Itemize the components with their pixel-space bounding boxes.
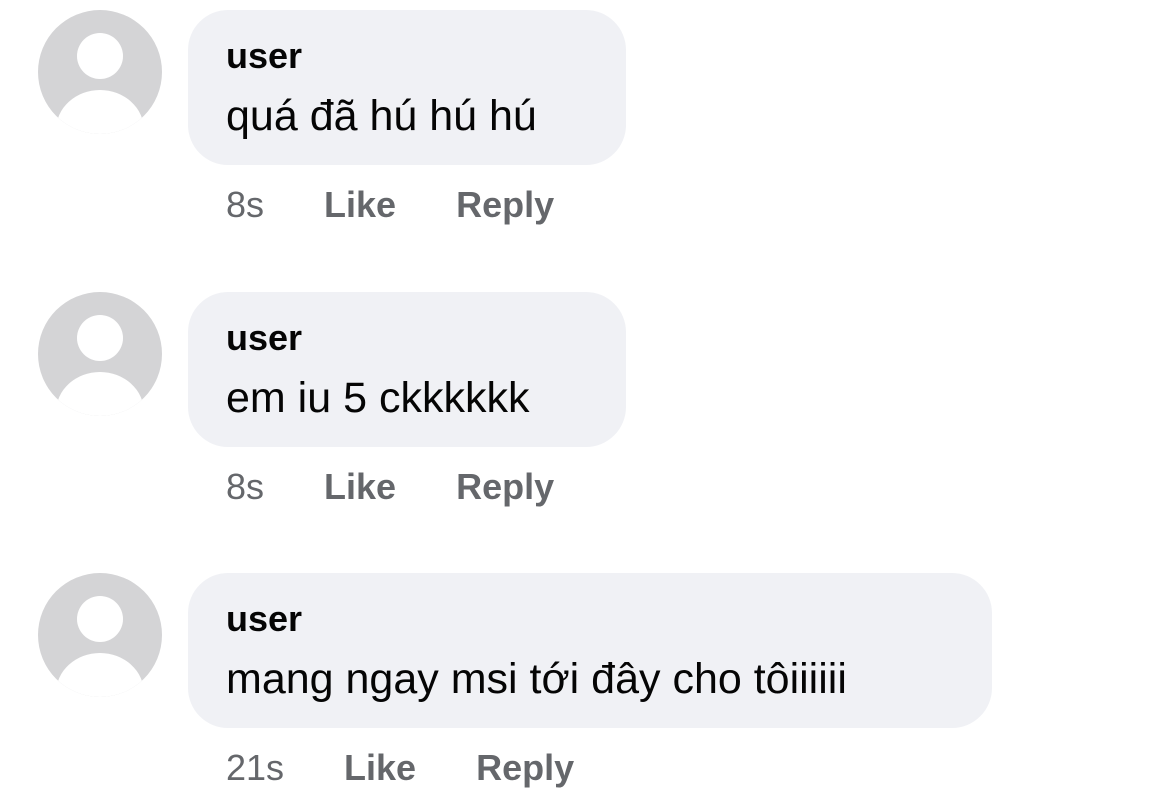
avatar[interactable] [38,10,162,134]
like-button[interactable]: Like [324,466,396,508]
comment-bubble: user em iu 5 ckkkkkk [188,292,626,447]
comment-timestamp[interactable]: 8s [226,184,264,226]
reply-button[interactable]: Reply [456,466,554,508]
comment-timestamp[interactable]: 8s [226,466,264,508]
default-user-avatar-icon [56,315,144,416]
comment-item: user em iu 5 ckkkkkk 8s Like Reply [0,282,1170,542]
comment-actions: 21s Like Reply [226,743,574,793]
comment-bubble: user mang ngay msi tới đây cho tôiiiiii [188,573,992,728]
comment-item: user quá đã hú hú hú 8s Like Reply [0,0,1170,260]
comment-bubble: user quá đã hú hú hú [188,10,626,165]
comment-actions: 8s Like Reply [226,462,554,512]
reply-button[interactable]: Reply [456,184,554,226]
comment-author[interactable]: user [226,597,954,641]
avatar[interactable] [38,292,162,416]
comment-text: mang ngay msi tới đây cho tôiiiiii [226,655,847,703]
comment-text: em iu 5 ckkkkkk [226,374,530,422]
like-button[interactable]: Like [324,184,396,226]
default-user-avatar-icon [56,596,144,697]
like-button[interactable]: Like [344,747,416,789]
comment-list: user quá đã hú hú hú 8s Like Reply user … [0,0,1170,808]
comment-author[interactable]: user [226,34,588,78]
default-user-avatar-icon [56,33,144,134]
comment-actions: 8s Like Reply [226,180,554,230]
comment-timestamp[interactable]: 21s [226,747,284,789]
avatar[interactable] [38,573,162,697]
comment-author[interactable]: user [226,316,588,360]
comment-text: quá đã hú hú hú [226,92,537,140]
comment-item: user mang ngay msi tới đây cho tôiiiiii … [0,563,1170,808]
reply-button[interactable]: Reply [476,747,574,789]
